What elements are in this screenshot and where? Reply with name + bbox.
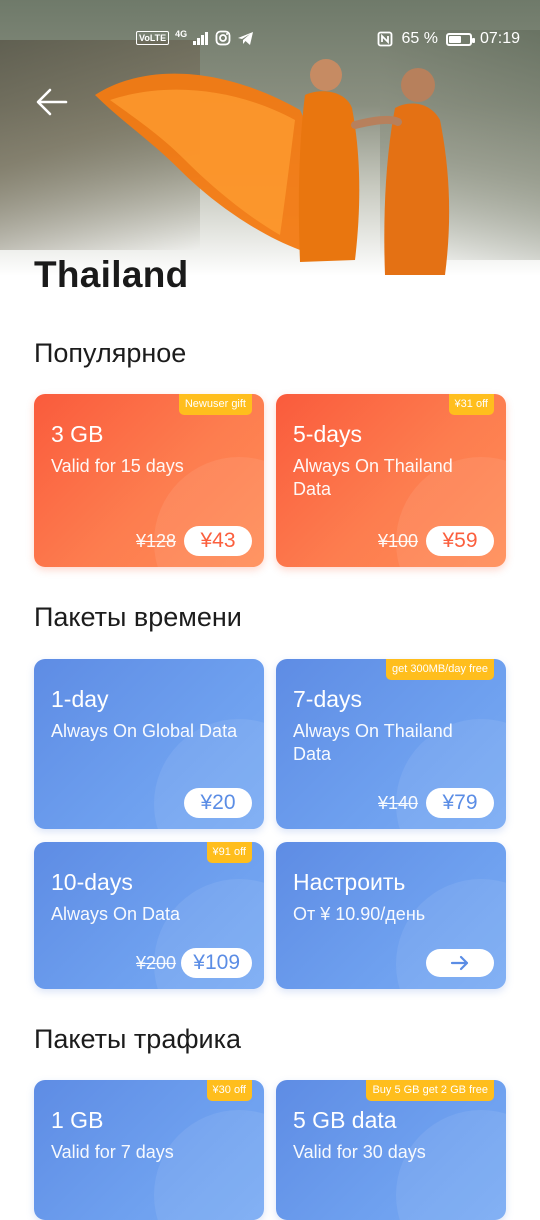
package-subtitle: От ¥ 10.90/день: [293, 904, 426, 924]
package-card[interactable]: get 300MB/day free 7-days Always On Thai…: [276, 659, 506, 829]
package-subtitle: Valid for 7 days: [51, 1142, 174, 1162]
customize-button[interactable]: [426, 949, 494, 977]
card-decoration: [396, 1110, 506, 1220]
package-subtitle: Valid for 30 days: [293, 1142, 426, 1162]
old-price: ¥140: [378, 793, 419, 813]
customize-card[interactable]: Настроить От ¥ 10.90/день: [276, 842, 506, 989]
network-type: 4G: [175, 29, 188, 39]
battery-icon: [445, 32, 475, 46]
promo-badge: Buy 5 GB get 2 GB free: [366, 1080, 494, 1101]
package-title: 7-days: [293, 686, 363, 712]
section-title-popular: Популярное: [34, 338, 187, 368]
clock: 07:19: [479, 30, 520, 47]
back-button[interactable]: [34, 84, 70, 120]
package-title: Настроить: [293, 869, 406, 895]
old-price: ¥128: [136, 531, 177, 551]
price-button[interactable]: ¥79: [426, 788, 494, 818]
package-title: 1 GB: [51, 1107, 104, 1133]
package-title: 5 GB data: [293, 1107, 397, 1133]
card-decoration: [154, 1110, 264, 1220]
package-subtitle: Always On Thailand Data: [293, 456, 453, 499]
promo-badge: ¥31 off: [448, 394, 494, 415]
section-title-time-packages: Пакеты времени: [34, 602, 242, 632]
signal-icon: [193, 32, 209, 45]
package-title: 1-day: [51, 686, 109, 712]
price-button[interactable]: ¥109: [181, 948, 252, 978]
package-card[interactable]: 1-day Always On Global Data ¥20: [34, 659, 264, 829]
promo-badge: ¥91 off: [206, 842, 252, 863]
package-card[interactable]: ¥91 off 10-days Always On Data ¥200 ¥109: [34, 842, 264, 989]
package-title: 5-days: [293, 421, 363, 447]
status-left: VoLTE 4G: [136, 29, 254, 46]
page-title: Thailand: [34, 254, 189, 295]
battery-level: [448, 35, 462, 43]
price-button[interactable]: ¥43: [184, 526, 252, 556]
instagram-icon: [215, 30, 231, 46]
status-right: 65 % 07:19: [377, 30, 520, 48]
package-subtitle: Always On Thailand Data: [293, 721, 453, 764]
package-card[interactable]: Newuser gift 3 GB Valid for 15 days ¥128…: [34, 394, 264, 567]
old-price: ¥200: [136, 953, 177, 973]
package-title: 3 GB: [51, 421, 104, 447]
price-button[interactable]: ¥59: [426, 526, 494, 556]
package-title: 10-days: [51, 869, 133, 895]
package-subtitle: Valid for 15 days: [51, 456, 184, 476]
battery-percent: 65 %: [401, 30, 438, 47]
promo-badge: Newuser gift: [178, 394, 252, 415]
package-subtitle: Always On Data: [51, 904, 181, 924]
old-price: ¥100: [378, 531, 419, 551]
promo-badge: get 300MB/day free: [385, 659, 494, 680]
package-subtitle: Always On Global Data: [51, 721, 238, 741]
package-card[interactable]: ¥30 off 1 GB Valid for 7 days: [34, 1080, 264, 1220]
arrow-right-icon: [450, 955, 469, 971]
package-card[interactable]: Buy 5 GB get 2 GB free 5 GB data Valid f…: [276, 1080, 506, 1220]
section-title-traffic-packages: Пакеты трафика: [34, 1024, 242, 1054]
status-bar: VoLTE 4G 65 % 07:19: [0, 0, 540, 80]
volte-indicator: VoLTE: [136, 31, 170, 45]
price-button[interactable]: ¥20: [184, 788, 252, 818]
telegram-icon: [238, 31, 254, 45]
promo-badge: ¥30 off: [206, 1080, 252, 1101]
nfc-icon: [378, 31, 393, 47]
back-arrow-icon: [36, 88, 68, 116]
package-card[interactable]: ¥31 off 5-days Always On Thailand Data ¥…: [276, 394, 506, 567]
